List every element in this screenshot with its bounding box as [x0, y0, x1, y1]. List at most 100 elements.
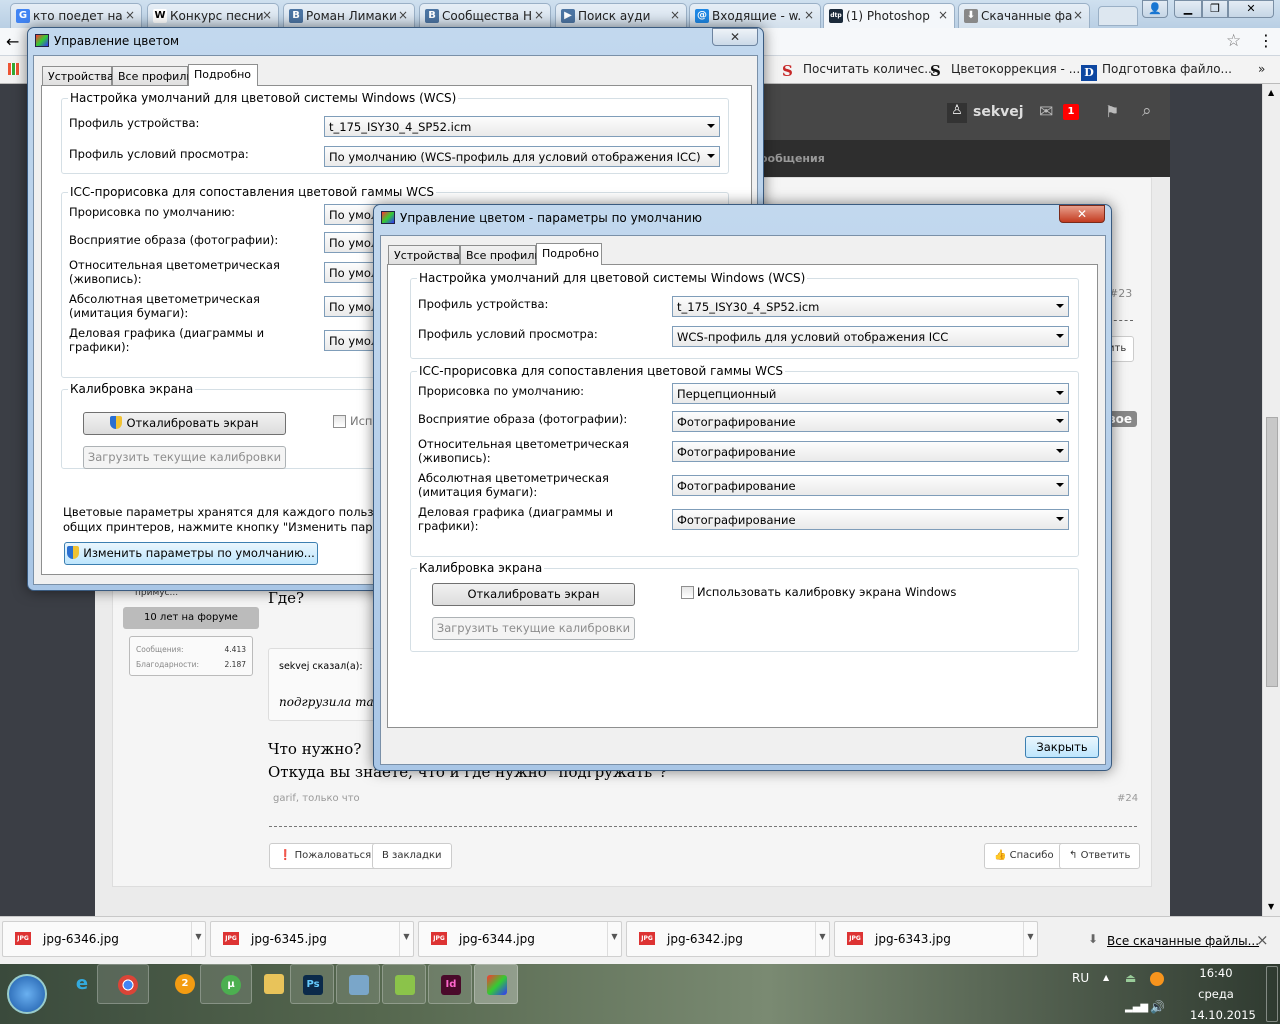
profile-button[interactable]: 👤: [1142, 0, 1168, 18]
tab-all-profiles[interactable]: Все профили: [112, 66, 194, 85]
scroll-up-icon[interactable]: ▲: [1268, 88, 1274, 97]
show-desktop-button[interactable]: [1266, 966, 1278, 1022]
close-tab-icon[interactable]: ×: [398, 8, 408, 22]
network-icon[interactable]: ▂▄▆: [1125, 1002, 1148, 1013]
taskbar-chrome[interactable]: [97, 964, 149, 1004]
bookmark-item[interactable]: S Посчитать количес...: [782, 62, 936, 79]
download-menu-chevron[interactable]: ▼: [607, 922, 621, 956]
close-tab-icon[interactable]: ×: [938, 8, 948, 22]
menu-icon[interactable]: ⋮: [1258, 31, 1274, 50]
rendering-intent-select[interactable]: Фотографирование: [672, 411, 1069, 432]
bookmarks-overflow-button[interactable]: »: [1258, 62, 1265, 76]
close-dialog-button[interactable]: Закрыть: [1025, 736, 1099, 758]
taskbar-app2[interactable]: [382, 964, 426, 1004]
report-button[interactable]: ❗ Пожаловаться: [269, 843, 382, 869]
scrollbar-thumb[interactable]: [1266, 417, 1278, 687]
device-profile-select[interactable]: t_175_ISY30_4_SP52.icm: [324, 116, 720, 137]
browser-tab[interactable]: ⬇ Скачанные фа ×: [958, 3, 1090, 28]
download-item[interactable]: JPG jpg-6345.jpg ▼: [210, 921, 414, 957]
quote-author[interactable]: sekvej сказал(а):: [279, 661, 363, 672]
download-item[interactable]: JPG jpg-6344.jpg ▼: [418, 921, 622, 957]
browser-tab[interactable]: @ Входящие - w. ×: [689, 3, 821, 28]
tab-devices[interactable]: Устройства: [388, 245, 460, 264]
browser-tab[interactable]: В Сообщества Н ×: [419, 3, 551, 28]
tab-advanced[interactable]: Подробно: [536, 243, 602, 265]
nav-messages-link[interactable]: ообщения: [760, 152, 825, 165]
browser-tab[interactable]: ▶ Поиск ауди ×: [555, 3, 687, 28]
tab-devices[interactable]: Устройства: [42, 66, 114, 85]
load-calibration-button[interactable]: Загрузить текущие калибровки: [83, 446, 286, 469]
taskbar-window[interactable]: [336, 964, 380, 1004]
start-button[interactable]: [7, 974, 47, 1014]
usb-safe-icon[interactable]: ⏏: [1125, 971, 1136, 985]
browser-tab[interactable]: W Конкурс песни ×: [147, 3, 279, 28]
maximize-button[interactable]: ❐: [1202, 0, 1228, 18]
use-calibration-checkbox[interactable]: [681, 586, 694, 599]
app-tray-icon[interactable]: [1150, 972, 1164, 986]
scroll-down-icon[interactable]: ▼: [1268, 902, 1274, 911]
load-calibration-button[interactable]: Загрузить текущие калибровки: [432, 617, 635, 640]
change-defaults-button[interactable]: Изменить параметры по умолчанию...: [64, 542, 318, 565]
tab-advanced[interactable]: Подробно: [188, 64, 258, 86]
chrome-icon: [118, 975, 138, 995]
username-link[interactable]: sekvej: [973, 104, 1024, 120]
browser-tab[interactable]: В Роман Лимаки ×: [283, 3, 415, 28]
download-menu-chevron[interactable]: ▼: [815, 922, 829, 956]
taskbar-photoshop[interactable]: Ps: [290, 964, 334, 1004]
search-icon[interactable]: ⌕: [1142, 101, 1152, 121]
post-number[interactable]: #24: [1117, 793, 1138, 804]
thanks-button[interactable]: 👍 Спасибо: [984, 843, 1064, 869]
download-menu-chevron[interactable]: ▼: [1023, 922, 1037, 956]
close-downloads-bar[interactable]: ×: [1256, 931, 1269, 949]
volume-icon[interactable]: 🔊: [1150, 1000, 1165, 1014]
close-tab-icon[interactable]: ×: [1073, 8, 1083, 22]
download-menu-chevron[interactable]: ▼: [399, 922, 413, 956]
bookmark-button[interactable]: В закладки: [372, 843, 452, 869]
bookmark-item[interactable]: S Цветокоррекция - ...: [930, 62, 1080, 79]
window-icon: [349, 975, 369, 995]
use-calibration-checkbox[interactable]: [333, 415, 346, 428]
download-item[interactable]: JPG jpg-6343.jpg ▼: [834, 921, 1038, 957]
close-button[interactable]: ✕: [712, 28, 758, 46]
bookmark-item[interactable]: D Подготовка файло...: [1081, 62, 1232, 81]
page-scrollbar[interactable]: ▲ ▼: [1262, 84, 1280, 916]
download-item[interactable]: JPG jpg-6346.jpg ▼: [2, 921, 206, 957]
close-window-button[interactable]: ✕: [1228, 0, 1274, 18]
flag-icon[interactable]: ⚑: [1105, 102, 1119, 121]
reply-button[interactable]: ↰ Ответить: [1059, 843, 1141, 869]
rendering-intent-select[interactable]: Перцепционный: [672, 383, 1069, 404]
clock[interactable]: 16:40 среда 14.10.2015: [1190, 966, 1256, 1022]
close-tab-icon[interactable]: ×: [534, 8, 544, 22]
apps-icon[interactable]: [8, 63, 20, 75]
close-tab-icon[interactable]: ×: [262, 8, 272, 22]
rendering-intent-select[interactable]: Фотографирование: [672, 509, 1069, 530]
browser-tab[interactable]: dtp (1) Photoshop ×: [823, 3, 955, 28]
taskbar-indesign[interactable]: Id: [428, 964, 472, 1004]
google-icon: G: [16, 9, 30, 23]
mail-icon[interactable]: ✉: [1039, 102, 1053, 122]
all-downloads-link[interactable]: Все скачанные файлы...: [1107, 934, 1259, 948]
bookmark-star-icon[interactable]: ☆: [1226, 31, 1241, 51]
close-tab-icon[interactable]: ×: [670, 8, 680, 22]
download-menu-chevron[interactable]: ▼: [191, 922, 205, 956]
language-indicator[interactable]: RU: [1072, 971, 1089, 985]
rendering-intent-select[interactable]: Фотографирование: [672, 441, 1069, 462]
taskbar-color-management[interactable]: [474, 964, 518, 1004]
minimize-button[interactable]: ▁: [1174, 0, 1202, 18]
rendering-intent-select[interactable]: Фотографирование: [672, 475, 1069, 496]
taskbar-explorer[interactable]: [244, 964, 284, 1004]
close-tab-icon[interactable]: ×: [804, 8, 814, 22]
browser-tab[interactable]: G кто поедет на ×: [10, 3, 142, 28]
calibrate-button[interactable]: Откалибровать экран: [432, 583, 635, 606]
download-item[interactable]: JPG jpg-6342.jpg ▼: [626, 921, 830, 957]
tab-all-profiles[interactable]: Все профили: [460, 245, 542, 264]
close-button[interactable]: ✕: [1059, 205, 1105, 223]
device-profile-select[interactable]: t_175_ISY30_4_SP52.icm: [672, 296, 1069, 317]
viewing-profile-select[interactable]: По умолчанию (WCS-профиль для условий от…: [324, 146, 720, 167]
viewing-profile-select[interactable]: WCS-профиль для условий отображения ICC: [672, 326, 1069, 347]
close-tab-icon[interactable]: ×: [125, 8, 135, 22]
tray-expand-icon[interactable]: ▲: [1103, 973, 1109, 982]
new-tab-button[interactable]: [1098, 6, 1138, 26]
calibrate-button[interactable]: Откалибровать экран: [83, 412, 286, 435]
back-icon[interactable]: ←: [6, 32, 19, 51]
